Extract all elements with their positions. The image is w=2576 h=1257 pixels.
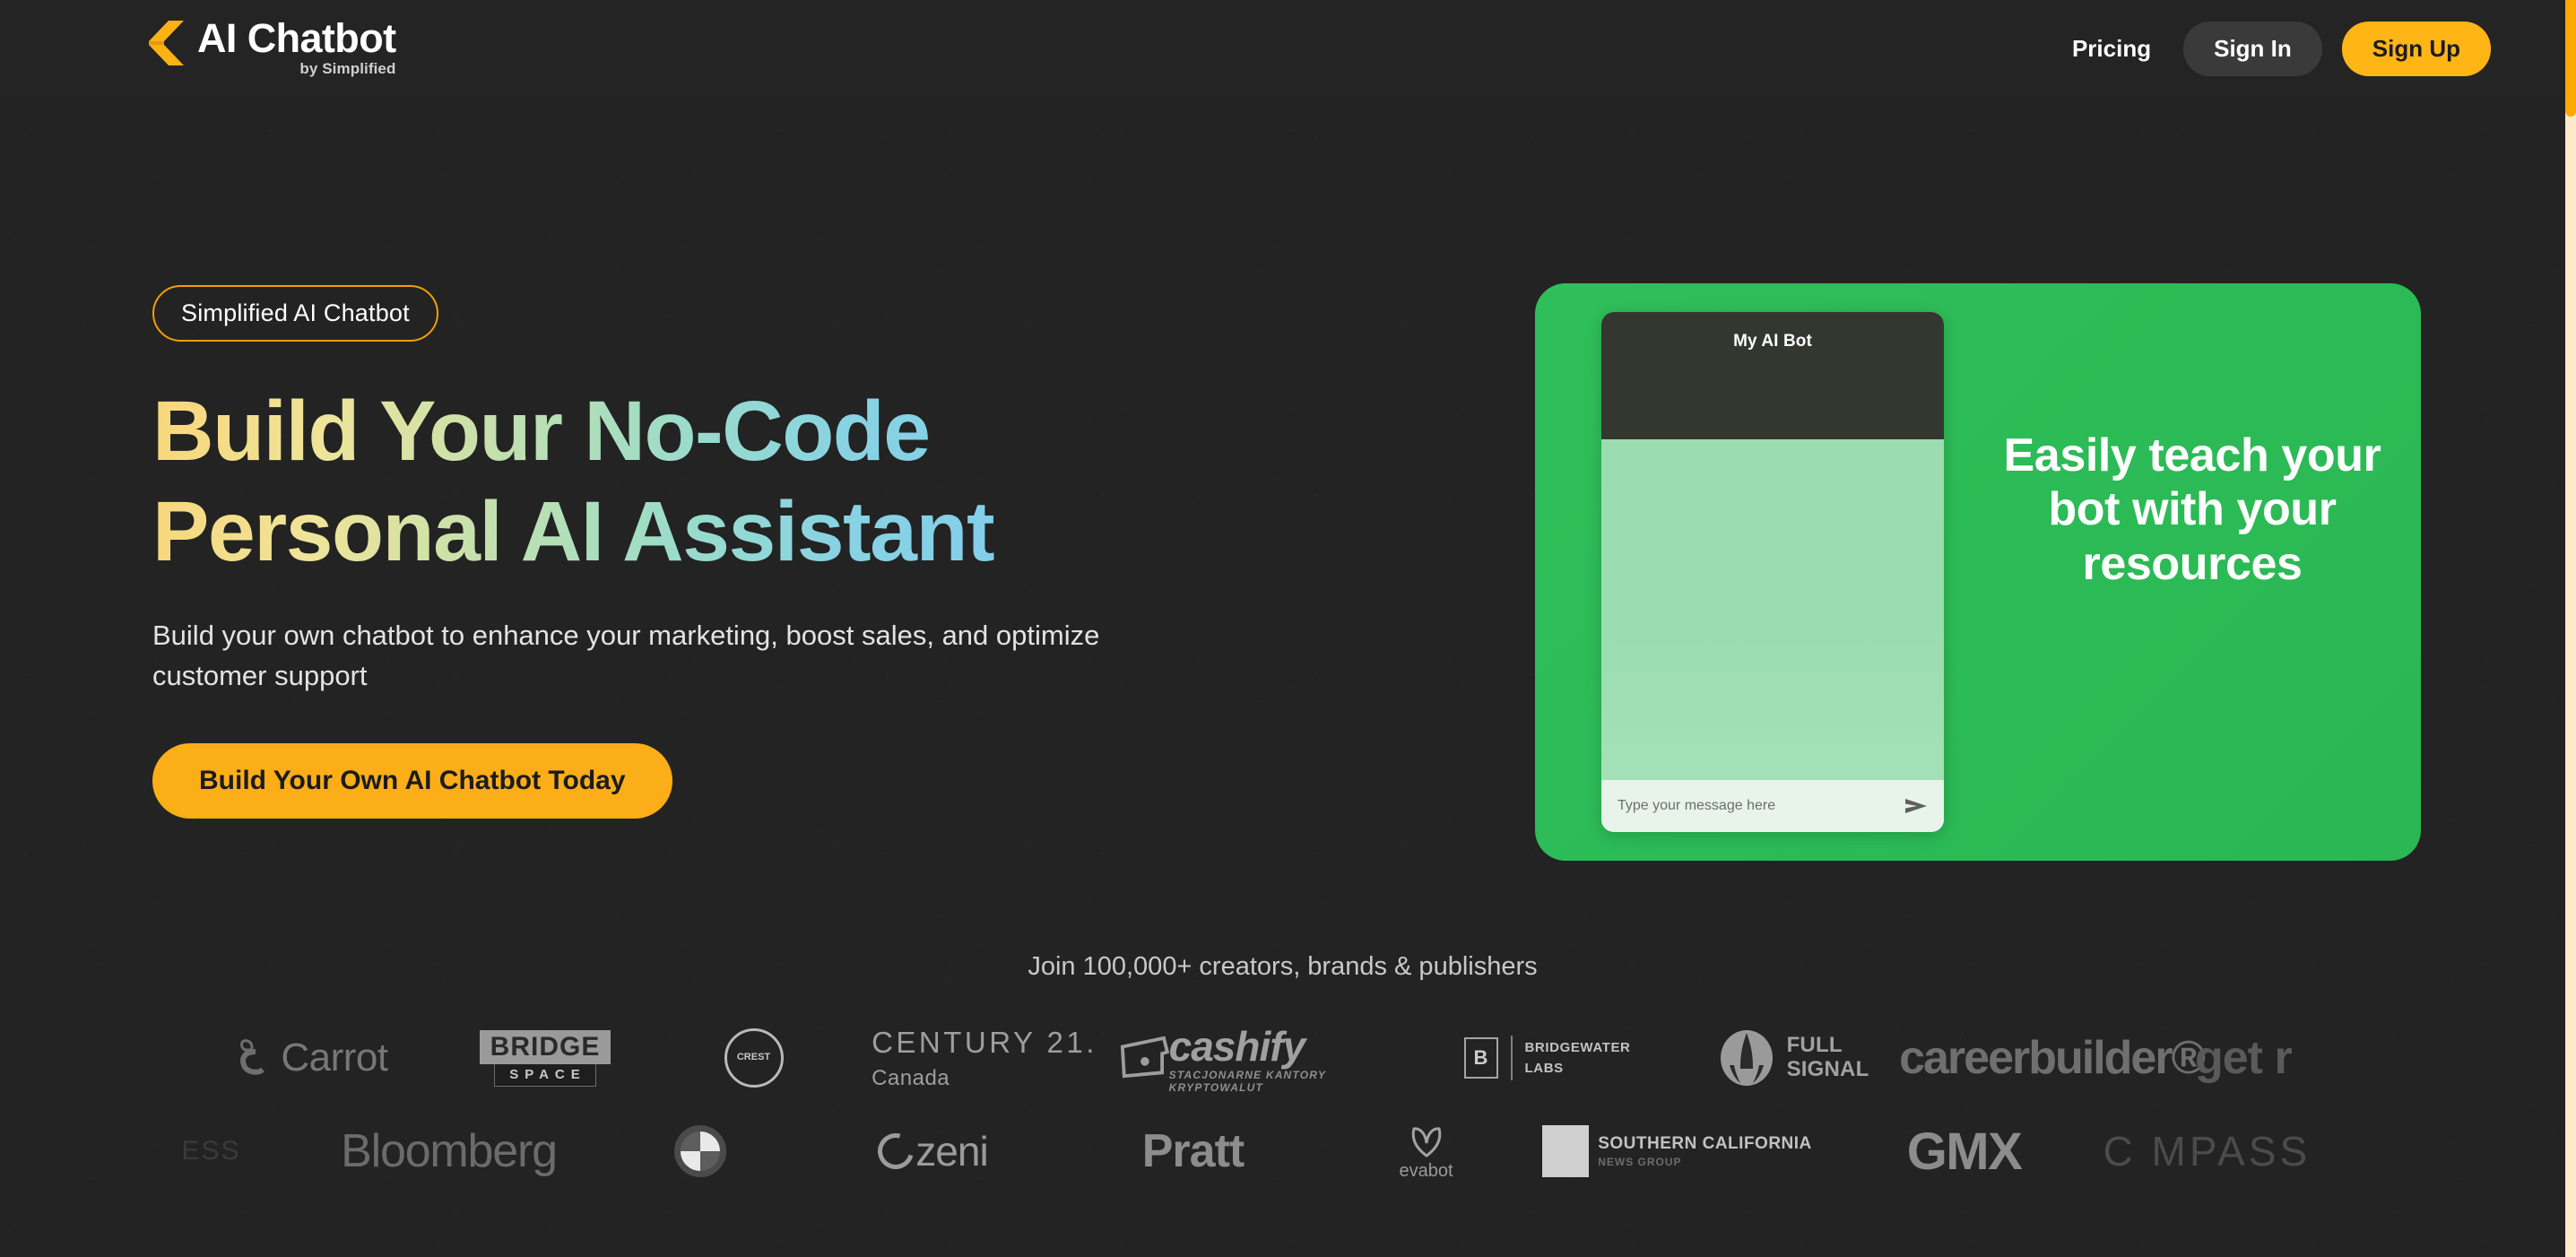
logo-label-crest: CREST: [736, 1052, 771, 1063]
social-proof-heading: Join 100,000+ creators, brands & publish…: [1028, 952, 1538, 981]
logo-bmw: [597, 1105, 803, 1198]
logo-label-gmx: GMX: [1906, 1122, 2023, 1181]
logo-label-zeni: zeni: [915, 1128, 988, 1175]
chat-widget-preview: My AI Bot Type your message here: [1601, 312, 1944, 832]
logo-pratt: Pratt: [1063, 1105, 1323, 1198]
logo-label-century21-region: Canada: [872, 1065, 950, 1090]
chat-widget-title: My AI Bot: [1733, 332, 1812, 351]
logo-get-r: get r: [2195, 1011, 2374, 1105]
page-scrollbar-thumb[interactable]: [2565, 0, 2576, 117]
cashify-wallet-icon: [1120, 1036, 1170, 1079]
logo-label-socal-sub: NEWS GROUP: [1598, 1155, 1682, 1168]
sign-in-button[interactable]: Sign In: [2183, 21, 2322, 76]
logo-label-socal: SOUTHERN CALIFORNIA: [1598, 1134, 1812, 1154]
full-signal-icon: [1720, 1030, 1773, 1086]
hero-cta-button[interactable]: Build Your Own AI Chatbot Today: [152, 743, 672, 819]
simplified-bolt-logo-icon: [149, 21, 184, 65]
nav-link-pricing[interactable]: Pricing: [2060, 26, 2164, 72]
send-paper-plane-icon[interactable]: [1904, 796, 1928, 816]
divider: [1510, 1036, 1513, 1080]
logo-compass: C MPASS: [2103, 1105, 2444, 1198]
hero-content: Simplified AI Chatbot Build Your No-Code…: [152, 285, 1408, 819]
carrot-icon: [240, 1039, 265, 1075]
logo-cashify: cashify STACJONARNE KANTORY KRYPTOWALUT: [1119, 1011, 1415, 1105]
logo-socal-news-group: SOUTHERN CALIFORNIA NEWS GROUP: [1530, 1105, 1826, 1198]
logo-careerbuilder: careerbuilder®: [1899, 1011, 2206, 1105]
chat-widget-header: My AI Bot: [1601, 312, 1944, 439]
hero-subtitle: Build your own chatbot to enhance your m…: [152, 620, 1100, 692]
logo-label-bridgewater-labs: LABS: [1524, 1061, 1564, 1076]
page-scrollbar-track[interactable]: [2565, 0, 2576, 1257]
logo-gmx: GMX: [1826, 1105, 2103, 1198]
logo-zeni: zeni: [803, 1105, 1063, 1198]
brand-title: AI Chatbot: [197, 15, 396, 61]
logo-label-cashify: cashify: [1168, 1023, 1306, 1070]
logo-label-pratt: Pratt: [1141, 1125, 1245, 1177]
logo-label-get-r: get r: [2195, 1032, 2293, 1084]
bmw-roundel-icon: [673, 1125, 726, 1177]
logo-essay: ESS: [122, 1105, 301, 1198]
logo-evabot: evabot: [1323, 1105, 1530, 1198]
brand-subtitle: by Simplified: [299, 60, 396, 77]
logo-bridgewater-labs: B BRIDGEWATER LABS: [1415, 1011, 1679, 1105]
brand-text: AI Chatbot by Simplified: [197, 15, 396, 78]
header-nav: Pricing Sign In Sign Up: [2060, 0, 2491, 97]
showcase-headline: Easily teach your bot with your resource…: [2003, 429, 2381, 590]
logo-label-evabot: evabot: [1399, 1160, 1453, 1181]
bridgewater-mark-icon: B: [1463, 1037, 1498, 1079]
logo-label-bloomberg: Bloomberg: [341, 1125, 558, 1177]
logo-bloomberg: Bloomberg: [301, 1105, 597, 1198]
logo-label-cashify-tagline: STACJONARNE KANTORY KRYPTOWALUT: [1168, 1069, 1326, 1094]
hero-badge[interactable]: Simplified AI Chatbot: [152, 285, 438, 342]
showcase-card: My AI Bot Type your message here Easily …: [1535, 283, 2421, 861]
logo-label-carrot: Carrot: [281, 1036, 388, 1079]
logo-label-careerbuilder: careerbuilder®: [1899, 1032, 2206, 1084]
logo-label-space: SPACE: [494, 1063, 596, 1087]
logo-label-century21: CENTURY 21.: [872, 1025, 1097, 1059]
site-header: AI Chatbot by Simplified Pricing Sign In…: [0, 0, 2565, 97]
logo-century21: CENTURY 21. Canada: [850, 1011, 1119, 1105]
logo-label-bridgewater: BRIDGEWATER: [1524, 1039, 1631, 1055]
logo-label-compass: C MPASS: [2103, 1128, 2311, 1175]
palm-tree-icon: [1542, 1125, 1590, 1177]
logo-label-full: FULL: [1786, 1033, 1843, 1058]
partner-logo-row: ESS Bloomberg zeni Pratt evabot SOUTHERN…: [0, 1105, 2565, 1198]
page-root: AI Chatbot by Simplified Pricing Sign In…: [0, 0, 2576, 1257]
brand-logo[interactable]: AI Chatbot by Simplified: [149, 15, 396, 78]
logo-label-signal: SIGNAL: [1786, 1057, 1869, 1081]
hero-title: Build Your No-Code Personal AI Assistant: [152, 381, 1103, 582]
crest-icon: CREST: [724, 1028, 784, 1088]
chat-widget-message-area: [1601, 439, 1944, 780]
logo-crest-emblem: CREST: [657, 1011, 850, 1105]
chat-message-input[interactable]: Type your message here: [1618, 798, 1895, 814]
logo-label-essay: ESS: [181, 1136, 241, 1166]
partner-logos: Carrot BRIDGE SPACE CREST CENTURY 21. Ca…: [0, 1011, 2565, 1198]
logo-carrot: Carrot: [191, 1011, 433, 1105]
logo-full-signal: FULL SIGNAL: [1679, 1011, 1908, 1105]
zeni-ring-icon: [871, 1126, 921, 1176]
logo-label-bridge: BRIDGE: [479, 1029, 611, 1064]
logo-bridge-space: BRIDGE SPACE: [433, 1011, 657, 1105]
sign-up-button[interactable]: Sign Up: [2341, 21, 2491, 76]
chat-widget-input-row[interactable]: Type your message here: [1601, 780, 1944, 832]
partner-logo-row: Carrot BRIDGE SPACE CREST CENTURY 21. Ca…: [0, 1011, 2565, 1105]
evabot-leaf-icon: [1411, 1126, 1441, 1157]
